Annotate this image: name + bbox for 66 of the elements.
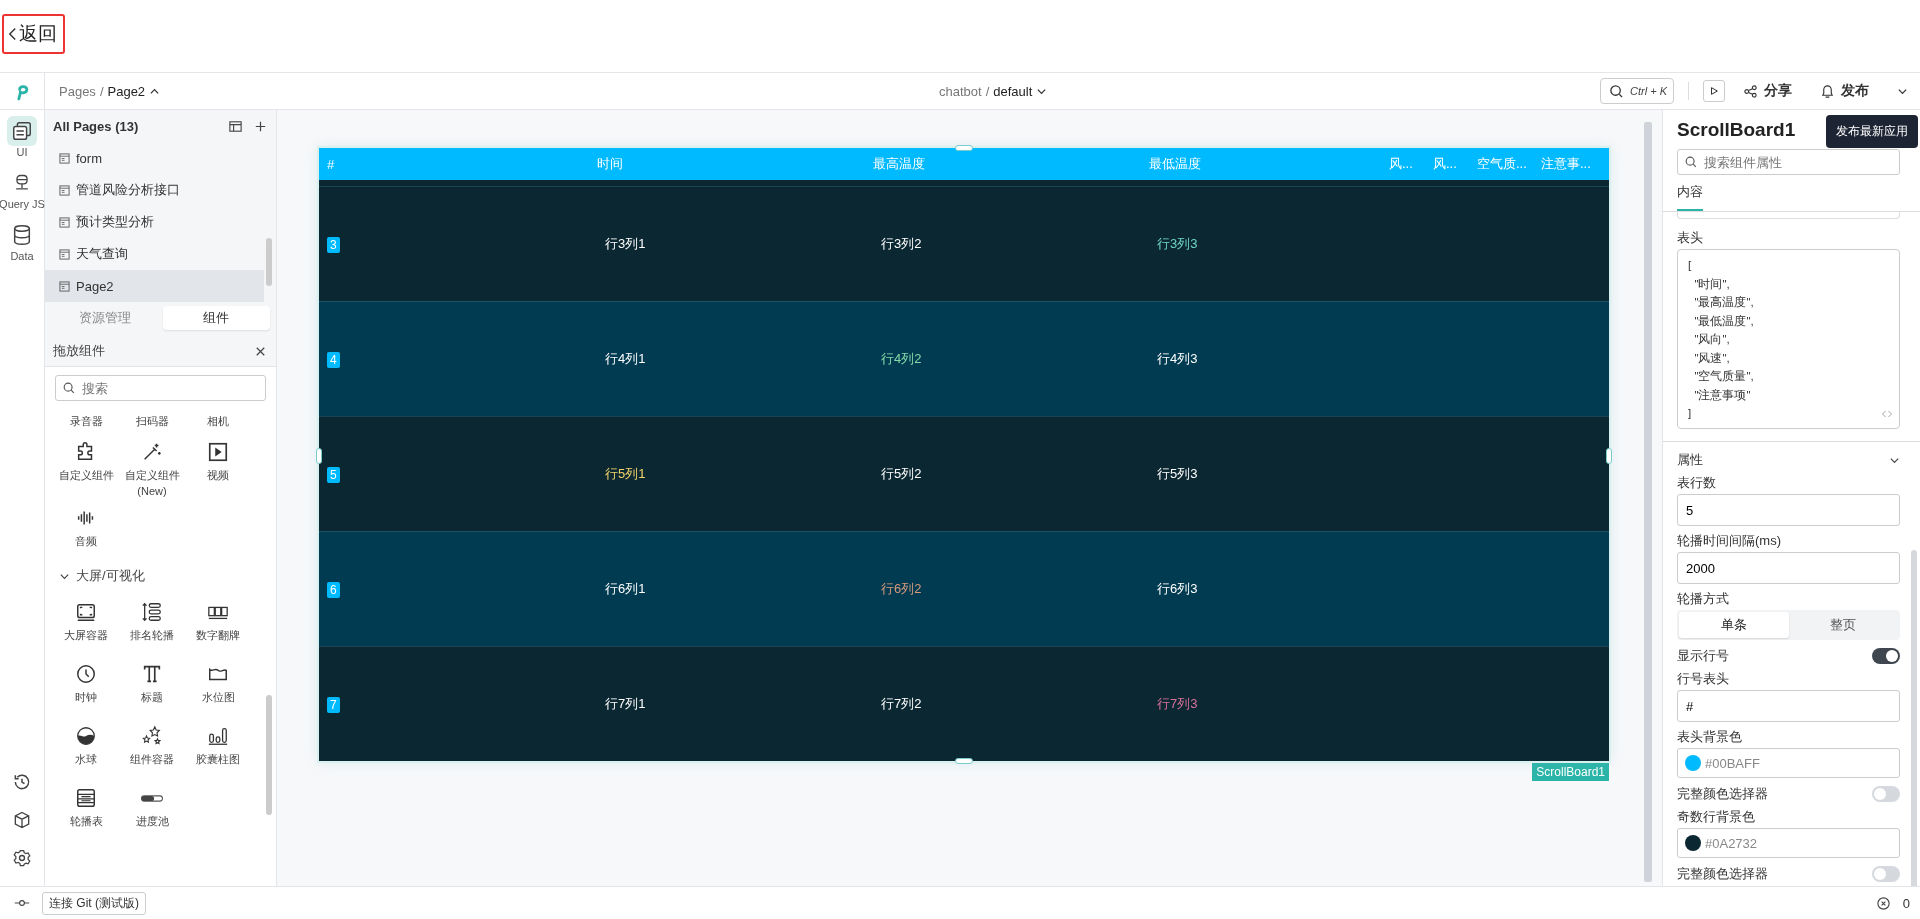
component-label: 水位图 (200, 690, 236, 705)
row-number: 6 (327, 581, 340, 598)
field-label: 表行数 (1677, 474, 1717, 492)
table-cell-text: 行3列1 (604, 235, 647, 253)
field-label: 完整颜色选择器 (1677, 785, 1768, 803)
column-header: 风... (1388, 155, 1414, 173)
tooltip: 发布最新应用 (1826, 115, 1918, 148)
field-label: 奇数行背景色 (1677, 808, 1756, 826)
component-label: 轮播表 (68, 814, 104, 829)
component-label: 水球 (74, 752, 98, 767)
table-cell-text: 行6列2 (880, 580, 923, 598)
column-header: # (326, 156, 336, 172)
column-header: 空气质... (1476, 155, 1528, 173)
table-cell-text: 行4列3 (1156, 350, 1199, 368)
table-cell-text: 行7列1 (604, 695, 647, 713)
field-label: 表头背景色 (1677, 728, 1743, 746)
table-cell-text: 行5列1 (604, 465, 647, 483)
row-number: 3 (327, 236, 340, 253)
error-count: 0 (1902, 895, 1910, 911)
row-number: 4 (327, 351, 340, 368)
column-header: 注意事... (1540, 155, 1592, 173)
row-number: 5 (327, 466, 340, 483)
shortcut-hint: Ctrl + K (1630, 85, 1667, 97)
component-label: 标题 (140, 690, 164, 705)
component-label: 排名轮播 (129, 628, 175, 643)
component-label: 组件容器 (129, 752, 175, 767)
table-cell-text: 行5列3 (1156, 465, 1199, 483)
table-cell-text: 行4列1 (604, 350, 647, 368)
field-label: 行号表头 (1677, 670, 1730, 688)
table-cell-text: 行3列3 (1156, 235, 1199, 253)
field-label: 完整颜色选择器 (1677, 865, 1768, 883)
row-number: 7 (327, 696, 340, 713)
component-label: 自定义组件(New) (124, 468, 180, 499)
component-label: 胶囊柱图 (195, 752, 241, 767)
color-value: #0A2732 (1705, 835, 1758, 851)
field-label: 显示行号 (1677, 647, 1729, 665)
column-header: 最低温度 (1148, 155, 1202, 173)
component-label: 数字翻牌 (195, 628, 241, 643)
component-label: 音频 (74, 534, 98, 549)
component-label: 时钟 (74, 690, 98, 705)
column-header: 时间 (596, 155, 624, 173)
color-value: #00BAFF (1705, 755, 1760, 771)
table-cell-text: 行4列2 (880, 350, 923, 368)
panel-title: 拖放组件 (53, 342, 105, 360)
table-cell-text: 行7列3 (1156, 695, 1199, 713)
component-title: ScrollBoard1 (1677, 118, 1796, 141)
column-header: 最高温度 (872, 155, 926, 173)
component-label: 进度池 (134, 814, 170, 829)
component-label: 大屏容器 (63, 628, 109, 643)
app-separator: / (985, 83, 990, 99)
table-cell-text: 行6列1 (604, 580, 647, 598)
breadcrumb-separator: / (99, 83, 104, 99)
section-title: 属性 (1677, 451, 1703, 469)
component-label: 视频 (206, 468, 230, 483)
table-cell-text: 行3列2 (880, 235, 923, 253)
component-name-tag: ScrollBoard1 (1532, 763, 1609, 781)
field-label: 轮播时间间隔(ms) (1677, 532, 1782, 550)
field-label: 表头 (1677, 229, 1704, 247)
field-label: 轮播方式 (1677, 590, 1730, 608)
pages-title: All Pages (13) (53, 118, 139, 134)
code-text: [ "时间", "最高温度", "最低温度", "风向", "风速", "空气质量", "注意事项" ] (1688, 258, 1755, 421)
column-header: 风... (1432, 155, 1458, 173)
table-cell-text: 行7列2 (880, 695, 923, 713)
component-label: 自定义组件 (58, 468, 114, 483)
table-cell-text: 行5列2 (880, 465, 923, 483)
table-cell-text: 行6列3 (1156, 580, 1199, 598)
